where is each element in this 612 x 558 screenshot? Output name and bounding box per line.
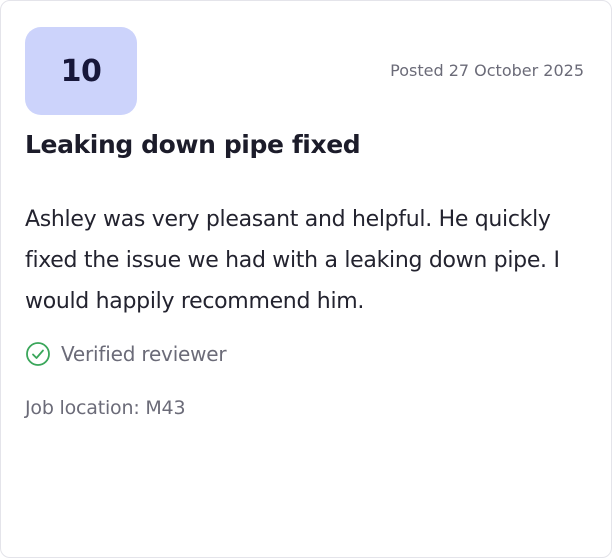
review-text: Ashley was very pleasant and helpful. He…	[25, 207, 560, 314]
score-badge: 10	[25, 27, 137, 115]
check-circle-icon	[25, 341, 51, 367]
verified-badge: Verified reviewer	[25, 341, 227, 367]
review-card: 10 Posted 27 October 2025 Leaking down p…	[0, 0, 612, 558]
posted-date: Posted 27 October 2025	[390, 61, 584, 80]
verified-label: Verified reviewer	[61, 342, 227, 366]
review-title: Leaking down pipe fixed	[25, 130, 361, 159]
score-value: 10	[60, 53, 102, 89]
job-location: Job location: M43	[25, 397, 186, 419]
